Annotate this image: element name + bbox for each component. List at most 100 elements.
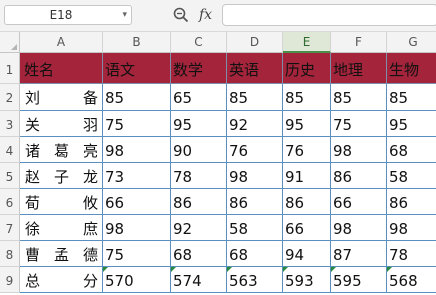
zoom-icon[interactable]	[172, 6, 190, 24]
row-header-7[interactable]: 7	[0, 215, 20, 241]
score-cell[interactable]: 66	[103, 189, 171, 215]
score-cell[interactable]: 91	[283, 163, 331, 189]
score-cell[interactable]: 58	[387, 163, 436, 189]
score-cell[interactable]: 86	[387, 189, 436, 215]
score-cell[interactable]: 98	[331, 215, 387, 241]
header-cell[interactable]: 姓名	[20, 53, 103, 84]
row-header-3[interactable]: 3	[0, 111, 20, 137]
score-cell[interactable]: 85	[227, 84, 283, 111]
name-char: 曹	[25, 246, 41, 264]
header-cell[interactable]: 数学	[171, 53, 227, 84]
name-char: 葛	[53, 142, 69, 160]
name-char: 荀	[25, 194, 41, 212]
name-cell[interactable]: 曹孟德	[20, 241, 103, 267]
score-cell[interactable]: 75	[331, 111, 387, 137]
name-char: 关	[25, 116, 41, 134]
formula-input[interactable]	[222, 4, 436, 26]
name-cell[interactable]: 诸葛亮	[20, 137, 103, 163]
score-cell[interactable]: 68	[387, 137, 436, 163]
score-cell[interactable]: 94	[283, 241, 331, 267]
score-cell[interactable]: 65	[171, 84, 227, 111]
score-cell[interactable]: 66	[283, 215, 331, 241]
score-cell[interactable]: 95	[283, 111, 331, 137]
score-cell[interactable]: 86	[227, 189, 283, 215]
score-cell[interactable]: 98	[227, 163, 283, 189]
name-char: 庶	[82, 220, 98, 238]
header-cell[interactable]: 地理	[331, 53, 387, 84]
score-cell[interactable]: 568	[387, 267, 436, 293]
score-cell[interactable]: 593	[283, 267, 331, 293]
name-cell[interactable]: 徐庶	[20, 215, 103, 241]
header-cell[interactable]: 语文	[103, 53, 171, 84]
formula-indicator-icon	[103, 267, 108, 272]
formula-indicator-icon	[171, 267, 176, 272]
score-cell[interactable]: 68	[227, 241, 283, 267]
header-cell[interactable]: 英语	[227, 53, 283, 84]
score-cell[interactable]: 86	[171, 189, 227, 215]
fx-icon[interactable]: fx	[199, 5, 212, 25]
column-header-g[interactable]: G	[387, 32, 436, 53]
row-header-9[interactable]: 9	[0, 267, 20, 293]
score-cell[interactable]: 66	[331, 189, 387, 215]
score-cell[interactable]: 86	[283, 189, 331, 215]
score-cell[interactable]: 75	[103, 111, 171, 137]
row-header-5[interactable]: 5	[0, 163, 20, 189]
score-cell[interactable]: 98	[103, 137, 171, 163]
header-cell[interactable]: 生物	[387, 53, 436, 84]
name-char: 总	[25, 272, 41, 290]
score-cell[interactable]: 98	[103, 215, 171, 241]
score-cell[interactable]: 78	[387, 241, 436, 267]
score-cell[interactable]: 87	[331, 241, 387, 267]
score-cell[interactable]: 75	[103, 241, 171, 267]
row-header-8[interactable]: 8	[0, 241, 20, 267]
score-cell[interactable]: 86	[331, 163, 387, 189]
name-cell[interactable]: 总分	[20, 267, 103, 293]
column-header-e[interactable]: E	[283, 32, 331, 53]
score-cell[interactable]: 58	[227, 215, 283, 241]
formula-bar: E18 ▾ fx	[0, 0, 436, 32]
score-cell[interactable]: 574	[171, 267, 227, 293]
score-cell[interactable]: 85	[283, 84, 331, 111]
column-header-f[interactable]: F	[331, 32, 387, 53]
select-all-corner[interactable]	[0, 32, 20, 53]
score-cell[interactable]: 90	[171, 137, 227, 163]
header-cell[interactable]: 历史	[283, 53, 331, 84]
name-char: 分	[82, 272, 98, 290]
row-header-4[interactable]: 4	[0, 137, 20, 163]
name-cell[interactable]: 刘备	[20, 84, 103, 111]
score-cell[interactable]: 95	[171, 111, 227, 137]
chevron-down-icon[interactable]: ▾	[122, 8, 127, 22]
score-cell[interactable]: 92	[171, 215, 227, 241]
score-cell[interactable]: 76	[227, 137, 283, 163]
score-cell[interactable]: 563	[227, 267, 283, 293]
name-cell[interactable]: 关羽	[20, 111, 103, 137]
score-cell[interactable]: 595	[331, 267, 387, 293]
row-header-6[interactable]: 6	[0, 189, 20, 215]
score-cell[interactable]: 85	[387, 84, 436, 111]
name-char: 赵	[25, 168, 41, 186]
formula-indicator-icon	[283, 267, 288, 272]
column-header-d[interactable]: D	[227, 32, 283, 53]
score-cell[interactable]: 95	[387, 111, 436, 137]
name-char: 孟	[53, 246, 69, 264]
score-cell[interactable]: 85	[103, 84, 171, 111]
column-header-a[interactable]: A	[20, 32, 103, 53]
score-cell[interactable]: 85	[331, 84, 387, 111]
column-header-b[interactable]: B	[103, 32, 171, 53]
score-cell[interactable]: 92	[227, 111, 283, 137]
score-cell[interactable]: 98	[387, 215, 436, 241]
score-cell[interactable]: 570	[103, 267, 171, 293]
score-cell[interactable]: 73	[103, 163, 171, 189]
score-cell[interactable]: 78	[171, 163, 227, 189]
name-box[interactable]: E18 ▾	[4, 5, 132, 25]
name-cell[interactable]: 赵子龙	[20, 163, 103, 189]
row-header-2[interactable]: 2	[0, 84, 20, 111]
column-header-c[interactable]: C	[171, 32, 227, 53]
score-cell[interactable]: 98	[331, 137, 387, 163]
score-cell[interactable]: 68	[171, 241, 227, 267]
score-cell[interactable]: 76	[283, 137, 331, 163]
row-header-1[interactable]: 1	[0, 53, 20, 84]
formula-indicator-icon	[227, 267, 232, 272]
name-char: 刘	[25, 89, 41, 107]
name-cell[interactable]: 荀攸	[20, 189, 103, 215]
